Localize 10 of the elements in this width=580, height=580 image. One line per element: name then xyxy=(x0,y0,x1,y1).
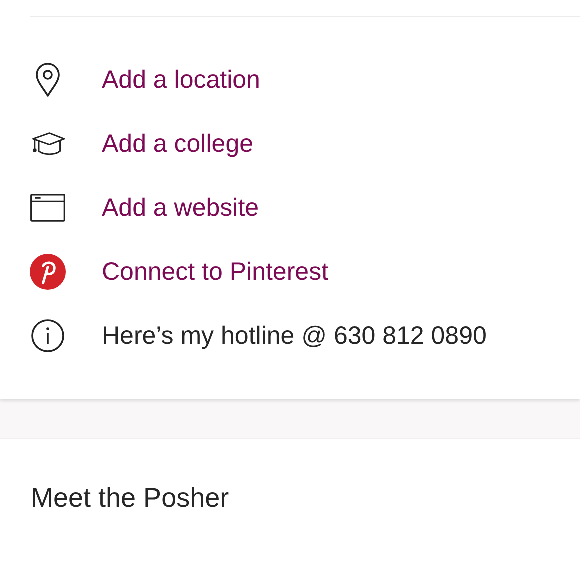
location-pin-icon xyxy=(35,62,61,98)
browser-window-icon xyxy=(30,192,66,224)
profile-link[interactable]: Add a location xyxy=(102,66,260,94)
profile-link[interactable]: Add a website xyxy=(102,194,260,222)
pinterest-logo-icon xyxy=(30,253,66,291)
profile-link[interactable]: Connect to Pinterest xyxy=(102,258,329,286)
section-heading: Meet the Posher xyxy=(31,483,230,514)
profile-link[interactable]: Add a college xyxy=(102,130,254,158)
info-icon xyxy=(31,319,65,353)
hotline-text: Here’s my hotline @ 630 812 0890 xyxy=(102,322,487,350)
